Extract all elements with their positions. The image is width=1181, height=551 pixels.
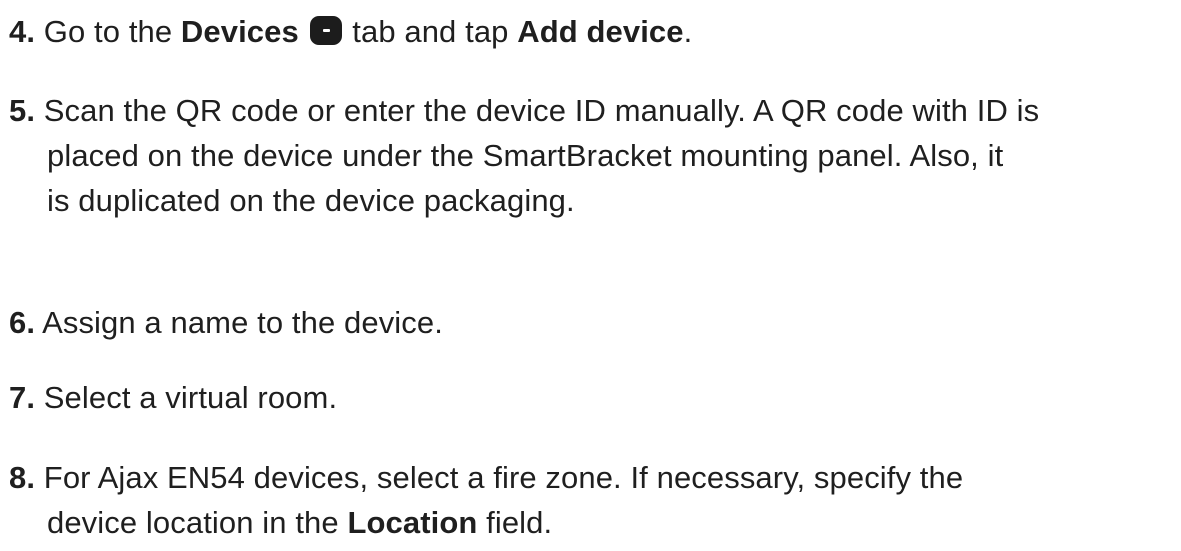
- step-text: device location in the: [47, 505, 348, 540]
- add-device-label: Add device: [517, 14, 684, 49]
- step-text: .: [683, 14, 693, 49]
- step-text: Go to the: [43, 14, 181, 49]
- step-number: 7.: [9, 380, 36, 415]
- step-6: 6. Assign a name to the device.: [9, 300, 1174, 345]
- step-text-line-3: is duplicated on the device packaging.: [47, 183, 575, 218]
- step-text: Select a virtual room.: [43, 380, 338, 415]
- step-number: 8.: [9, 460, 36, 495]
- step-8: 8. For Ajax EN54 devices, select a fire …: [9, 455, 1174, 545]
- step-text: tab and tap: [343, 14, 518, 49]
- step-text-line-1: For Ajax EN54 devices, select a fire zon…: [43, 460, 964, 495]
- step-text-line-2: device location in the Location field.: [9, 500, 1174, 545]
- step-7: 7. Select a virtual room.: [9, 375, 1174, 420]
- step-4: 4. Go to the Devices tab and tap Add dev…: [9, 9, 1174, 54]
- devices-tab-icon: [309, 16, 342, 45]
- devices-tab-label: Devices: [180, 14, 299, 49]
- step-text: Assign a name to the device.: [42, 305, 443, 340]
- step-number: 4.: [9, 14, 36, 49]
- location-field-label: Location: [347, 505, 478, 540]
- step-5: 5. Scan the QR code or enter the device …: [9, 88, 1174, 223]
- step-text-line-1: Scan the QR code or enter the device ID …: [43, 93, 1040, 128]
- step-text: field.: [477, 505, 553, 540]
- step-number: 5.: [9, 93, 36, 128]
- step-text-line-2: placed on the device under the SmartBrac…: [47, 138, 1004, 173]
- step-number: 6.: [9, 305, 36, 340]
